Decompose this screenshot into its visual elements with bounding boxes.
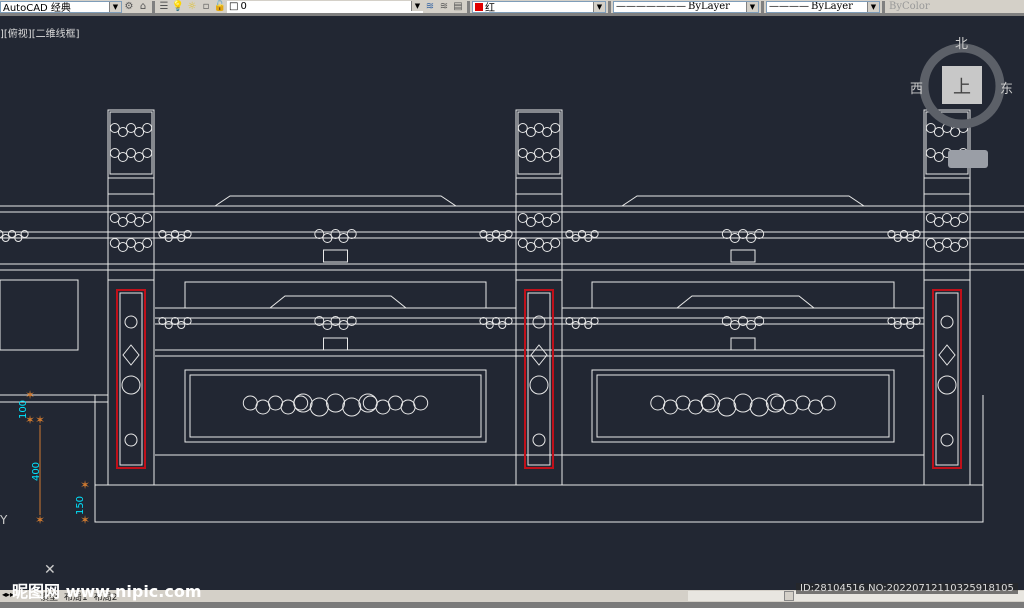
watermark-url: www.nipic.com (65, 582, 202, 601)
command-line-border (0, 602, 1024, 608)
watermark: 昵图网 www.nipic.com (12, 578, 202, 602)
dimension-400: 400 (31, 461, 43, 482)
ucs-menu-button[interactable] (948, 150, 988, 168)
compass-east[interactable]: 东 (1000, 78, 1013, 97)
image-id-text: ID:28104516 NO:20220712110325918105 (796, 583, 1018, 594)
ucs-x-icon: ✕ (44, 562, 56, 578)
compass-north[interactable]: 北 (955, 33, 968, 52)
viewcube-top-label[interactable]: 上 (953, 73, 971, 99)
watermark-logo: 昵图网 (12, 582, 61, 601)
compass-west[interactable]: 西 (910, 78, 923, 97)
dimension-150: 150 (75, 495, 87, 516)
scrollbar-thumb[interactable] (784, 591, 794, 601)
dimension-100: 100 (18, 399, 30, 420)
viewcube[interactable] (0, 0, 1024, 608)
ucs-y-axis-label: Y (0, 513, 8, 527)
